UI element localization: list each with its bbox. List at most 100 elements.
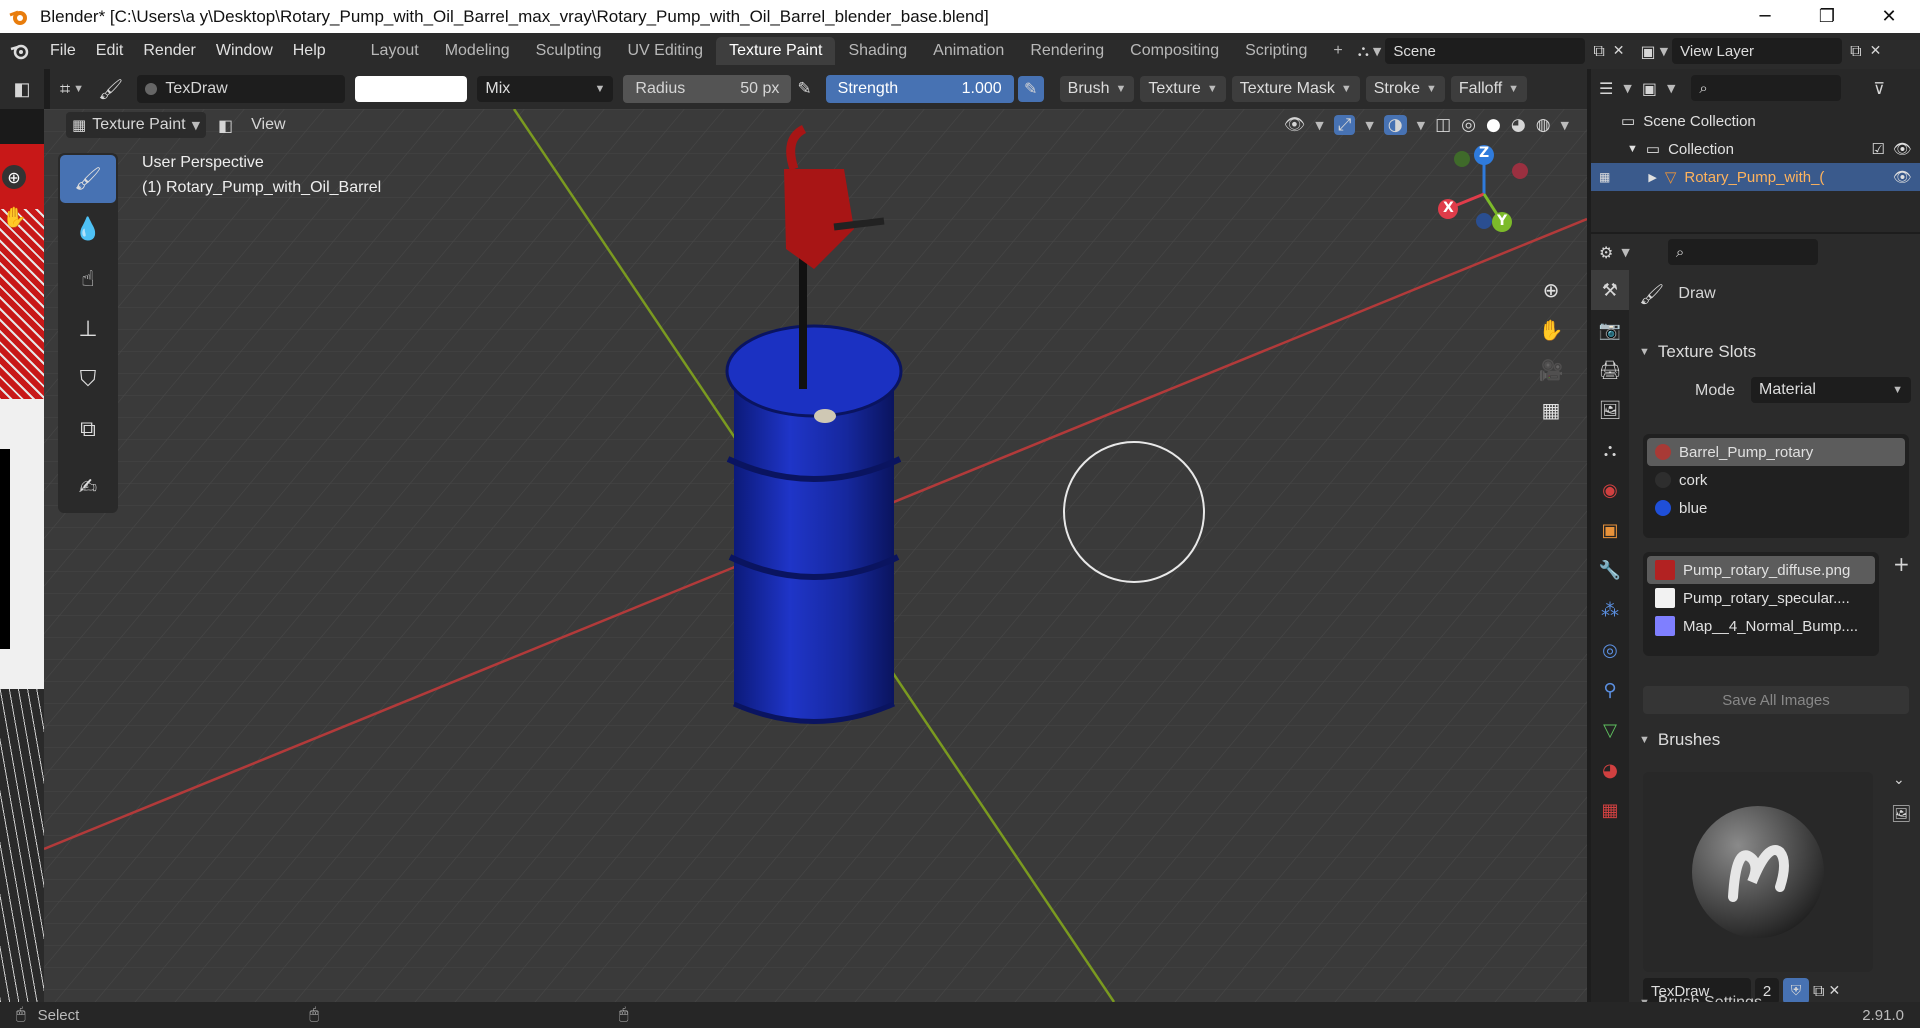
view-layer-field[interactable]: View Layer (1672, 38, 1843, 64)
delete-scene-icon[interactable]: ✕ (1613, 43, 1625, 59)
material-slot-1[interactable]: cork (1647, 466, 1905, 494)
data-properties-icon[interactable]: ▽ (1591, 710, 1629, 750)
gizmo-toggle-icon[interactable]: ⤢ (1333, 115, 1356, 135)
eye-icon[interactable]: 👁 (1893, 168, 1912, 186)
annotate-tool-icon[interactable]: ✍ (60, 463, 116, 511)
tool-properties-icon[interactable]: ⚒ (1591, 270, 1629, 310)
modifier-properties-icon[interactable]: 🔧 (1591, 550, 1629, 590)
slot-toggle-icon[interactable]: ◧ (218, 116, 233, 135)
zoom-icon[interactable]: ⊕ (2, 165, 26, 189)
particles-properties-icon[interactable]: ⁂ (1591, 590, 1629, 630)
material-properties-icon[interactable]: ◕ (1591, 750, 1629, 790)
menu-window[interactable]: Window (206, 42, 283, 60)
fill-tool-icon[interactable]: ⛉ (60, 355, 116, 403)
pan-view-icon[interactable]: ✋ (1535, 314, 1567, 346)
eye-icon[interactable]: 👁 (1893, 140, 1912, 158)
stroke-menu[interactable]: Stroke ▼ (1365, 76, 1445, 102)
tab-shading[interactable]: Shading (835, 37, 920, 65)
expand-icon[interactable]: ▶ (1648, 171, 1656, 184)
add-workspace-button[interactable]: + (1320, 37, 1355, 65)
rendered-shading-icon[interactable]: ◍ (1536, 115, 1551, 135)
pen-pressure-strength-icon[interactable]: ✎ (1017, 76, 1044, 102)
scene-properties-icon[interactable]: ⛬ (1591, 430, 1629, 470)
slot-mode-dropdown[interactable]: Material ▼ (1751, 377, 1911, 403)
soften-tool-icon[interactable]: 💧 (60, 205, 116, 253)
unlink-brush-icon[interactable]: ✕ (1828, 983, 1840, 999)
brush-image-icon[interactable]: 🖼 (1891, 804, 1911, 823)
falloff-menu[interactable]: Falloff ▼ (1450, 76, 1528, 102)
world-properties-icon[interactable]: ◉ (1591, 470, 1629, 510)
camera-view-icon[interactable]: 🎥 (1535, 354, 1567, 386)
collection-row[interactable]: ▼ ▭ Collection ☑ 👁 (1591, 135, 1920, 163)
maximize-button[interactable]: ❐ (1796, 0, 1858, 33)
properties-editor-icon[interactable]: ⚙ (1599, 243, 1613, 262)
scene-field[interactable]: Scene (1385, 38, 1586, 64)
mask-tool-icon[interactable]: ⧉ (60, 405, 116, 453)
menu-file[interactable]: File (40, 42, 86, 60)
texture-slots-header[interactable]: ▼ Texture Slots (1639, 342, 1756, 362)
image-slot-0[interactable]: Pump_rotary_diffuse.png (1647, 556, 1875, 584)
output-properties-icon[interactable]: 🖨 (1591, 350, 1629, 390)
zoom-view-icon[interactable]: ⊕ (1535, 274, 1567, 306)
overlay-toggle-icon[interactable]: ◑ (1383, 115, 1407, 135)
filter-icon[interactable]: ⊽ (1873, 79, 1885, 98)
brush-menu[interactable]: Brush ▼ (1059, 76, 1135, 102)
add-image-button[interactable]: + (1893, 552, 1910, 576)
smear-tool-icon[interactable]: ☝ (60, 255, 116, 303)
radius-slider[interactable]: Radius 50 px (623, 75, 792, 103)
view-layer-properties-icon[interactable]: 🖼 (1591, 390, 1629, 430)
brush-preview[interactable] (1643, 772, 1873, 972)
constraints-properties-icon[interactable]: ⚲ (1591, 670, 1629, 710)
blend-mode-dropdown[interactable]: Mix ▼ (477, 76, 614, 102)
tab-texture-paint[interactable]: Texture Paint (716, 37, 836, 65)
scene-selector[interactable]: ⛬ ▼ Scene ⧉ ✕ (1358, 38, 1625, 64)
image-slot-2[interactable]: Map__4_Normal_Bump.... (1647, 612, 1875, 640)
menu-edit[interactable]: Edit (86, 42, 134, 60)
menu-render[interactable]: Render (133, 42, 205, 60)
render-properties-icon[interactable]: 📷 (1591, 310, 1629, 350)
new-scene-icon[interactable]: ⧉ (1593, 41, 1604, 61)
blender-menu-icon[interactable] (0, 40, 40, 62)
pen-pressure-radius-icon[interactable]: ✎ (797, 79, 811, 99)
menu-help[interactable]: Help (283, 42, 336, 60)
physics-properties-icon[interactable]: ◎ (1591, 630, 1629, 670)
material-slot-2[interactable]: blue (1647, 494, 1905, 522)
xray-toggle-icon[interactable]: ◫ (1435, 115, 1451, 135)
checkbox-icon[interactable]: ☑ (1872, 140, 1885, 158)
navigation-gizmo[interactable]: Z X Y (1424, 139, 1544, 249)
outliner-editor-icon[interactable]: ☰ (1599, 79, 1613, 98)
texture-mask-menu[interactable]: Texture Mask ▼ (1231, 76, 1360, 102)
expand-icon[interactable]: ▼ (1627, 143, 1638, 155)
duplicate-brush-icon[interactable]: ⧉ (1813, 981, 1824, 1001)
tab-uv-editing[interactable]: UV Editing (614, 37, 716, 65)
close-button[interactable]: ✕ (1858, 0, 1920, 33)
draw-tool-icon[interactable]: 🖌 (60, 155, 116, 203)
view-menu[interactable]: View (251, 116, 285, 134)
material-shading-icon[interactable]: ◕ (1511, 115, 1526, 135)
image-slot-1[interactable]: Pump_rotary_specular.... (1647, 584, 1875, 612)
clone-tool-icon[interactable]: ⊥ (60, 305, 116, 353)
fake-user-shield-icon[interactable]: ⛨ (1783, 978, 1809, 1004)
wireframe-shading-icon[interactable]: ◎ (1461, 115, 1476, 135)
tab-animation[interactable]: Animation (920, 37, 1017, 65)
adjacent-image-editor[interactable]: ⊕ ✋ (0, 109, 44, 1002)
tab-sculpting[interactable]: Sculpting (523, 37, 615, 65)
tab-modeling[interactable]: Modeling (432, 37, 523, 65)
minimize-button[interactable]: ─ (1734, 0, 1796, 33)
delete-view-layer-icon[interactable]: ✕ (1870, 43, 1882, 59)
tab-compositing[interactable]: Compositing (1117, 37, 1232, 65)
outliner-search-input[interactable]: ⌕ (1691, 75, 1842, 101)
object-row[interactable]: ▦ ▶ ▽ Rotary_Pump_with_( 👁 (1591, 163, 1920, 191)
mode-dropdown[interactable]: ▦ Texture Paint ▼ (66, 112, 207, 138)
brush-selector[interactable]: TexDraw (137, 75, 346, 103)
strength-slider[interactable]: Strength 1.000 (825, 75, 1014, 103)
texture-menu[interactable]: Texture ▼ (1140, 76, 1226, 102)
object-properties-icon[interactable]: ▣ (1591, 510, 1629, 550)
visibility-icon[interactable]: 👁 (1284, 115, 1306, 135)
3d-viewport[interactable]: User Perspective (1) Rotary_Pump_with_Oi… (44, 109, 1587, 1002)
properties-search-input[interactable]: ⌕ (1667, 239, 1818, 265)
material-slot-0[interactable]: Barrel_Pump_rotary (1647, 438, 1905, 466)
texture-properties-icon[interactable]: ▦ (1591, 790, 1629, 830)
hand-icon[interactable]: ✋ (2, 205, 27, 229)
display-mode-icon[interactable]: ▣ (1642, 79, 1657, 98)
